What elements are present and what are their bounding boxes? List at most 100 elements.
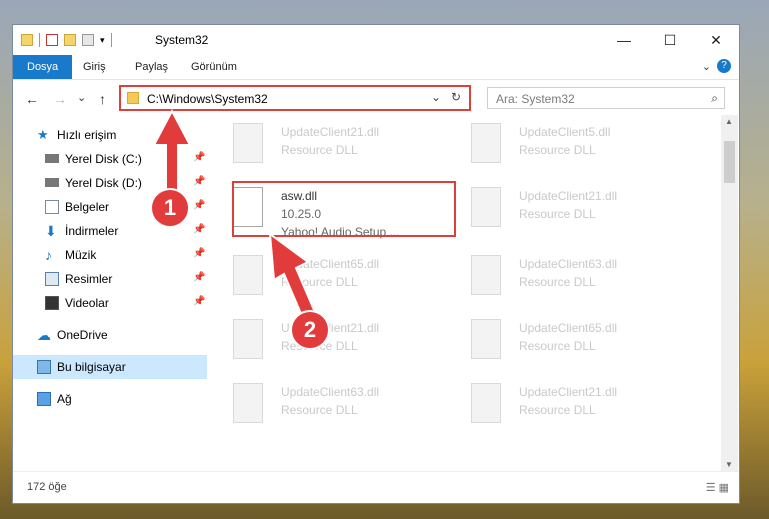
scroll-thumb[interactable]	[724, 141, 735, 183]
pin-icon[interactable]: 📌	[193, 248, 205, 259]
sidebar-item-music[interactable]: ♪ Müzik 📌	[13, 243, 207, 267]
dll-file-icon	[471, 383, 501, 423]
file-description: Resource DLL	[519, 403, 596, 417]
pin-icon[interactable]: 📌	[193, 296, 205, 307]
divider	[110, 33, 112, 47]
file-item[interactable]: UpdateClient21.dll Resource DLL	[207, 123, 427, 175]
dll-file-icon	[233, 123, 263, 163]
drive-icon	[45, 178, 59, 187]
chevron-down-icon[interactable]: ▾	[100, 35, 105, 46]
file-description: Resource DLL	[519, 275, 596, 289]
tab-share[interactable]: Paylaş	[125, 55, 178, 79]
vertical-scrollbar[interactable]: ▲ ▼	[721, 115, 738, 471]
videos-icon	[45, 296, 59, 310]
dll-file-icon	[471, 319, 501, 359]
expand-ribbon-icon[interactable]: ⌄	[702, 60, 711, 73]
search-box[interactable]: Ara: System32 ⌕	[487, 87, 725, 109]
file-name: UpdateClient63.dll	[519, 257, 618, 271]
chevron-down-icon[interactable]: ⌄	[431, 90, 441, 104]
explorer-window: ▾ System32 — ☐ ✕ Dosya Giriş Paylaş Görü…	[12, 24, 740, 504]
file-name: UpdateClient65.dll	[519, 321, 618, 335]
annotation-badge-2: 2	[290, 310, 330, 350]
sidebar-item-onedrive[interactable]: ☁ OneDrive	[13, 323, 207, 347]
dll-file-icon	[233, 383, 263, 423]
sidebar-item-label: Yerel Disk (D:)	[65, 176, 142, 190]
recent-chevron-icon[interactable]: ⌄	[77, 91, 86, 104]
search-placeholder[interactable]: Ara: System32	[496, 92, 575, 106]
sidebar-item-this-pc[interactable]: Bu bilgisayar	[13, 355, 207, 379]
refresh-icon[interactable]: ↻	[451, 90, 461, 104]
tab-home[interactable]: Giriş	[73, 55, 116, 79]
file-description: Resource DLL	[519, 143, 596, 157]
downloads-icon: ⬇	[45, 223, 57, 239]
music-icon: ♪	[45, 247, 52, 263]
folder-icon[interactable]	[21, 34, 33, 46]
scroll-down-icon[interactable]: ▼	[725, 460, 733, 469]
search-icon[interactable]: ⌕	[711, 91, 718, 106]
file-name: UpdateClient5.dll	[519, 125, 611, 139]
sidebar-item-label: OneDrive	[57, 328, 108, 342]
address-path[interactable]: C:\Windows\System32	[147, 92, 268, 106]
file-description: Resource DLL	[519, 207, 596, 221]
close-button[interactable]: ✕	[693, 25, 739, 55]
sidebar-item-label: Hızlı erişim	[57, 128, 117, 142]
file-item[interactable]: UpdateClient21.dll Resource DLL	[445, 383, 665, 435]
sidebar-item-network[interactable]: Ağ	[13, 387, 207, 411]
dll-file-icon	[471, 123, 501, 163]
star-icon: ★	[37, 127, 49, 142]
file-item[interactable]: UpdateClient63.dll Resource DLL	[445, 255, 665, 307]
pin-icon[interactable]: 📌	[193, 224, 205, 235]
sidebar-item-label: Videolar	[65, 296, 109, 310]
file-name: UpdateClient21.dll	[519, 385, 618, 399]
computer-icon	[37, 360, 51, 374]
scroll-up-icon[interactable]: ▲	[725, 117, 733, 126]
quick-access-toolbar: ▾	[21, 33, 112, 47]
file-item[interactable]: UpdateClient5.dll Resource DLL	[445, 123, 665, 175]
sidebar-item-videos[interactable]: Videolar 📌	[13, 291, 207, 315]
dll-file-icon	[471, 187, 501, 227]
navigation-bar: ← → ⌄ ↑ C:\Windows\System32 ⌄ ↻ Ara: Sys…	[13, 79, 739, 115]
file-name: UpdateClient21.dll	[519, 189, 618, 203]
view-icon[interactable]	[82, 34, 94, 46]
tab-file[interactable]: Dosya	[13, 55, 73, 79]
folder-icon	[127, 92, 139, 104]
documents-icon	[45, 200, 59, 214]
ribbon: Dosya Giriş Paylaş Görünüm ⌄ ?	[13, 55, 739, 80]
network-icon	[37, 392, 51, 406]
sidebar-item-label: Resimler	[65, 272, 113, 286]
dll-file-icon	[233, 255, 263, 295]
sidebar-item-label: Belgeler	[65, 200, 110, 214]
file-description: Resource DLL	[281, 143, 358, 157]
maximize-button[interactable]: ☐	[647, 25, 693, 55]
item-count: 172 öğe	[27, 481, 67, 493]
file-item[interactable]: UpdateClient21.dll Resource DLL	[445, 187, 665, 239]
sidebar-item-label: Yerel Disk (C:)	[65, 152, 142, 166]
file-name: UpdateClient21.dll	[281, 125, 380, 139]
pin-icon[interactable]: 📌	[193, 272, 205, 283]
file-item[interactable]: UpdateClient65.dll Resource DLL	[445, 319, 665, 371]
sidebar-item-label: İndirmeler	[65, 224, 119, 238]
window-title: System32	[155, 33, 209, 47]
new-folder-icon[interactable]	[64, 34, 76, 46]
up-arrow-icon[interactable]: ↑	[99, 91, 106, 107]
window-controls: — ☐ ✕	[601, 25, 739, 55]
file-description: Resource DLL	[281, 403, 358, 417]
sidebar-item-label: Bu bilgisayar	[57, 360, 126, 374]
properties-icon[interactable]	[46, 34, 58, 46]
sidebar-item-label: Ağ	[57, 392, 72, 406]
status-bar: 172 öğe ☰ ▦	[13, 471, 739, 506]
file-item[interactable]: UpdateClient63.dll Resource DLL	[207, 383, 427, 435]
dll-file-icon	[471, 255, 501, 295]
tab-view[interactable]: Görünüm	[181, 55, 247, 79]
view-toggle-icons[interactable]: ☰ ▦	[706, 481, 729, 494]
sidebar-item-pictures[interactable]: Resimler 📌	[13, 267, 207, 291]
minimize-button[interactable]: —	[601, 25, 647, 55]
sidebar-item-label: Müzik	[65, 248, 97, 262]
drive-icon	[45, 154, 59, 163]
file-description: Resource DLL	[519, 339, 596, 353]
forward-arrow-icon[interactable]: →	[53, 91, 67, 107]
divider	[39, 33, 40, 47]
back-arrow-icon[interactable]: ←	[25, 91, 39, 107]
dll-file-icon	[233, 319, 263, 359]
help-icon[interactable]: ?	[717, 59, 731, 73]
